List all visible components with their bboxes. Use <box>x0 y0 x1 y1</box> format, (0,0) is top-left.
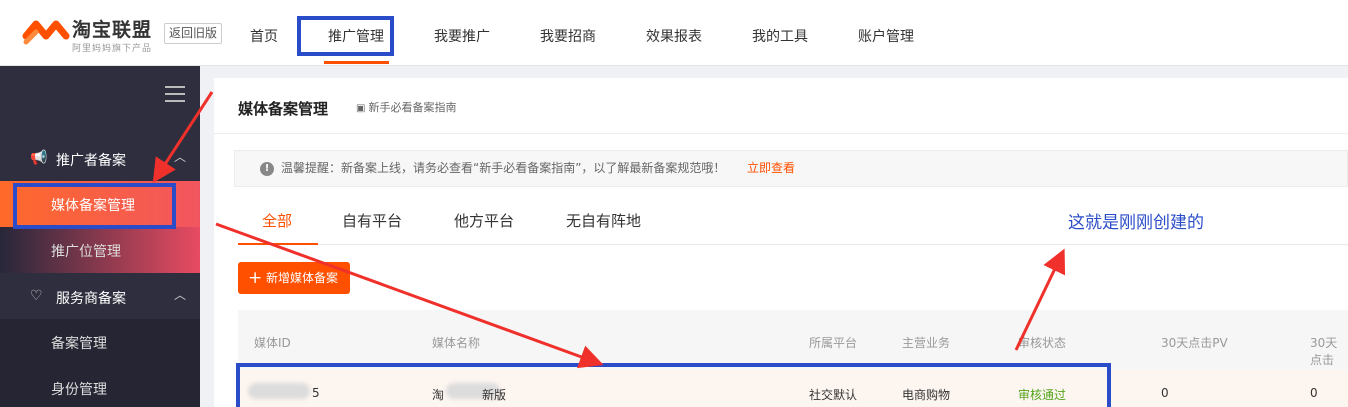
sidebar-item-identity[interactable]: 身份管理 <box>0 365 200 407</box>
top-navbar: 淘宝联盟 阿里妈妈旗下产品 返回旧版 首页 推广管理 我要推广 我要招商 效果报… <box>0 0 1348 66</box>
sidebar-item-label: 身份管理 <box>51 382 107 398</box>
add-button-label: 新增媒体备案 <box>266 271 339 285</box>
nav-active-indicator <box>324 61 389 64</box>
sidebar-item-label: 推广位管理 <box>51 244 121 260</box>
book-icon: ▣ <box>356 103 366 114</box>
notice-text: 温馨提醒：新备案上线，请务必查看“新手必看备案指南”，以了解最新备案规范哦！ <box>281 161 726 175</box>
tabs-divider <box>238 244 1348 245</box>
page-title: 媒体备案管理 <box>238 100 329 118</box>
tab-no-own-channel[interactable]: 无自有阵地 <box>566 210 641 231</box>
divider <box>214 133 1348 134</box>
cell-pv2: 0 <box>1310 386 1318 400</box>
sidebar-group-label: 推广者备案 <box>56 153 126 169</box>
notice-banner: ! 温馨提醒：新备案上线，请务必查看“新手必看备案指南”，以了解最新备案规范哦！… <box>234 150 1348 187</box>
col-media-id: 媒体ID <box>254 336 291 350</box>
annotation-text: 这就是刚刚创建的 <box>1068 213 1204 233</box>
nav-home[interactable]: 首页 <box>250 26 278 46</box>
brand-subtitle: 阿里妈妈旗下产品 <box>72 44 153 54</box>
megaphone-icon: 📢 <box>30 150 48 166</box>
col-media-name: 媒体名称 <box>432 336 481 350</box>
chevron-up-icon: ︿ <box>174 288 187 302</box>
cell-pv: 0 <box>1161 386 1169 400</box>
col-pv: 30天点击PV <box>1161 336 1228 350</box>
table-header: 媒体ID 媒体名称 所属平台 主营业务 审核状态 30天点击PV 30天点击 <box>238 310 1348 370</box>
alert-icon: ! <box>260 162 274 176</box>
nav-tools[interactable]: 我的工具 <box>752 26 808 46</box>
annotation-box-nav <box>297 16 394 56</box>
menu-toggle-icon[interactable] <box>165 86 185 107</box>
nav-merchant-recruit[interactable]: 我要招商 <box>540 26 596 46</box>
brand-title: 淘宝联盟 <box>72 19 153 41</box>
taobao-union-logo-icon <box>22 20 70 45</box>
col-pv2: 30天点击 <box>1310 336 1338 367</box>
col-business: 主营业务 <box>902 336 951 350</box>
col-status: 审核状态 <box>1018 336 1067 350</box>
notice-view-link[interactable]: 立即查看 <box>747 151 795 186</box>
chevron-up-icon: ︿ <box>174 150 187 164</box>
heart-handshake-icon: ♡ <box>30 288 43 304</box>
tab-third-party[interactable]: 他方平台 <box>454 210 514 231</box>
tab-all[interactable]: 全部 <box>262 210 292 231</box>
sidebar: 📢 推广者备案 ︿ 媒体备案管理 推广位管理 ♡ 服务商备案 ︿ 备案管理 身份… <box>0 66 200 407</box>
sidebar-item-label: 备案管理 <box>51 336 107 352</box>
guide-link[interactable]: ▣ 新手必看备案指南 <box>356 99 456 115</box>
sidebar-item-filing-management[interactable]: 备案管理 <box>0 319 200 365</box>
nav-promote[interactable]: 我要推广 <box>434 26 490 46</box>
sidebar-item-adzone[interactable]: 推广位管理 <box>0 227 200 273</box>
plus-icon: + <box>248 268 263 288</box>
tab-own-platform[interactable]: 自有平台 <box>342 210 402 231</box>
nav-account[interactable]: 账户管理 <box>858 26 914 46</box>
col-platform: 所属平台 <box>809 336 858 350</box>
guide-link-label: 新手必看备案指南 <box>368 101 457 114</box>
sidebar-group-label: 服务商备案 <box>56 291 126 307</box>
main-panel: 媒体备案管理 ▣ 新手必看备案指南 ! 温馨提醒：新备案上线，请务必查看“新手必看… <box>214 78 1348 407</box>
nav-reports[interactable]: 效果报表 <box>646 26 702 46</box>
annotation-box-row <box>236 363 1111 407</box>
tab-active-indicator <box>238 243 318 245</box>
annotation-box-sidebar <box>13 183 176 229</box>
add-media-filing-button[interactable]: + 新增媒体备案 <box>238 262 350 294</box>
return-old-version-button[interactable]: 返回旧版 <box>164 23 223 44</box>
